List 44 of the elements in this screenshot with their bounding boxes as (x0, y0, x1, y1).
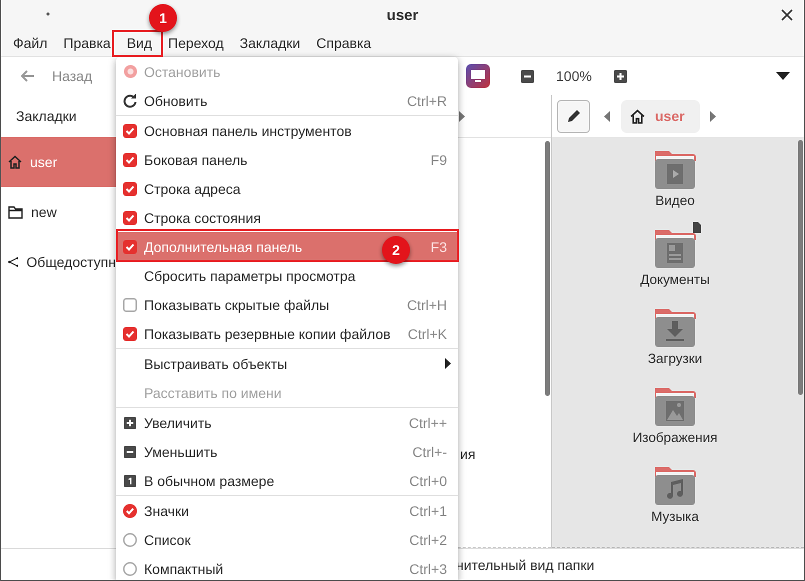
menu-option[interactable]: В обычном размере Ctrl+0 (116, 466, 458, 495)
window-title: user (386, 6, 418, 24)
menu-option[interactable]: Значки Ctrl+1 (116, 496, 458, 525)
sidebar-item[interactable]: new (1, 187, 116, 237)
menu-item[interactable]: Вид (126, 35, 152, 51)
menu-item[interactable]: Закладки (240, 35, 300, 51)
menu-option[interactable]: Строка адреса (116, 174, 458, 203)
shortcut-text: Ctrl+- (412, 444, 447, 460)
shortcut-text: Ctrl+K (408, 326, 447, 342)
shortcut-text: Ctrl+3 (409, 560, 447, 576)
folder-label: Загрузки (648, 351, 702, 366)
menu-option[interactable]: Основная панель инструментов (116, 116, 458, 145)
folder-label: Изображения (632, 430, 718, 445)
menu-item[interactable]: Файл (13, 35, 48, 51)
menu-option[interactable]: Строка состояния (116, 203, 458, 232)
menu-item[interactable]: Правка (63, 35, 111, 51)
shortcut-text: F9 (430, 152, 447, 168)
file-label: ия (460, 446, 476, 462)
shortcut-text: Ctrl+2 (409, 532, 447, 548)
status-text: нительный вид папки (456, 556, 594, 572)
shortcut-text: Ctrl++ (408, 414, 447, 430)
folder-label: Музыка (651, 509, 699, 524)
shortcut-text: Ctrl+1 (409, 502, 447, 518)
sidebar-header: Закладки (15, 107, 78, 126)
menu-item[interactable]: Переход (168, 35, 224, 51)
shortcut-text: Ctrl+H (406, 296, 447, 312)
shortcut-text: F3 (430, 238, 447, 254)
menu-option[interactable]: Компактный Ctrl+3 (116, 554, 458, 580)
menu-option[interactable]: Уменьшить Ctrl+- (116, 437, 458, 466)
zoom-level: 100% (556, 68, 592, 84)
menu-option[interactable]: Обновить Ctrl+R (116, 86, 458, 115)
menu-option[interactable]: Список Ctrl+2 (116, 525, 458, 554)
shortcut-text: Ctrl+R (406, 92, 447, 108)
menu-option[interactable]: Сбросить параметры просмотра (116, 261, 458, 290)
shortcut-text: Ctrl+0 (409, 472, 447, 488)
menu-item[interactable]: Справка (316, 35, 372, 51)
menu-option[interactable]: Выстраивать объекты (116, 349, 458, 378)
folder-label: Видео (655, 193, 695, 208)
menu-option[interactable]: Увеличить Ctrl++ (116, 408, 458, 437)
menu-option[interactable]: Показывать резервные копии файлов Ctrl+K (116, 319, 458, 348)
sidebar-item[interactable]: Общедоступн (1, 237, 116, 287)
folder-label: Документы (640, 272, 710, 287)
menu-option[interactable]: Боковая панель F9 (116, 145, 458, 174)
menu-option[interactable]: Показывать скрытые файлы Ctrl+H (116, 290, 458, 319)
